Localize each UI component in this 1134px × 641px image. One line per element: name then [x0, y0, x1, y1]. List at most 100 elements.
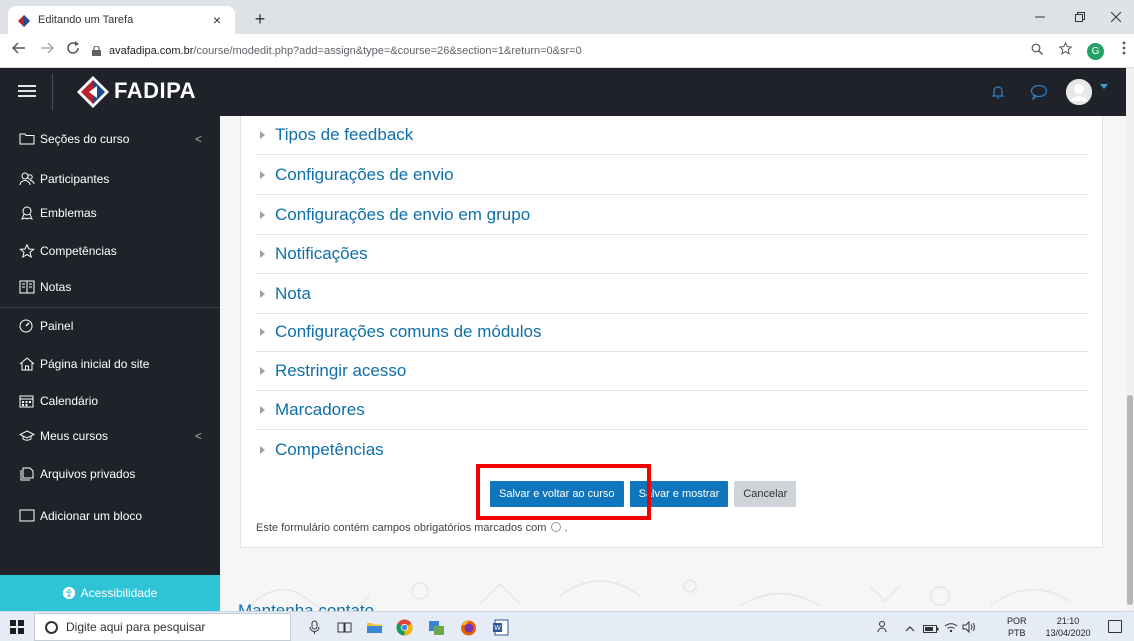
reload-icon[interactable] [62, 40, 84, 62]
tab-title: Editando um Tarefa [38, 14, 134, 26]
accessibility-label: Acessibilidade [80, 586, 158, 600]
firefox-icon[interactable] [460, 619, 477, 636]
section-notificacoes[interactable]: Notificações [256, 235, 1088, 274]
scrollbar-thumb[interactable] [1127, 395, 1133, 605]
url-field[interactable]: avafadipa.com.br/course/modedit.php?add=… [92, 41, 582, 61]
back-arrow-icon[interactable] [8, 40, 30, 62]
profile-avatar[interactable]: G [1087, 43, 1104, 60]
home-icon [19, 357, 37, 371]
messages-icon[interactable] [1030, 84, 1048, 101]
bookmark-star-icon[interactable] [1055, 41, 1075, 61]
forward-arrow-icon[interactable] [36, 40, 58, 62]
accessibility-button[interactable]: Acessibilidade [0, 575, 220, 611]
wifi-icon[interactable] [944, 620, 958, 638]
microphone-icon[interactable] [306, 619, 323, 636]
browser-menu-icon[interactable] [1114, 41, 1134, 61]
sidebar-item-pagina-inicial[interactable]: Página inicial do site [0, 346, 220, 382]
sidebar-item-competencias[interactable]: Competências [0, 233, 220, 269]
section-config-comuns[interactable]: Configurações comuns de módulos [256, 313, 1088, 352]
sidebar-item-label: Meus cursos [40, 429, 109, 443]
new-tab-button[interactable]: + [248, 8, 272, 32]
star-icon [19, 243, 37, 259]
section-label: Tipos de feedback [275, 125, 414, 144]
action-center-icon[interactable] [1108, 620, 1122, 633]
section-tipos-feedback[interactable]: Tipos de feedback [256, 116, 1088, 155]
expand-triangle-icon [260, 445, 265, 454]
sidebar-item-participantes[interactable]: Participantes [0, 161, 220, 197]
keyboard-language[interactable]: POR PTB [1007, 615, 1027, 639]
section-competencias[interactable]: Competências [256, 430, 1088, 469]
sidebar-item-label: Painel [40, 319, 74, 333]
expand-triangle-icon [260, 290, 265, 298]
taskbar-search-box[interactable]: Digite aqui para pesquisar [34, 613, 291, 641]
section-config-envio[interactable]: Configurações de envio [256, 156, 1088, 195]
tray-chevron-up-icon[interactable] [905, 621, 915, 639]
user-menu-caret-icon[interactable] [1100, 82, 1108, 93]
lock-icon [92, 45, 101, 56]
fadipa-logo[interactable] [75, 74, 111, 110]
app-icon[interactable] [428, 619, 445, 636]
expand-triangle-icon [260, 171, 265, 179]
sidebar-item-label: Arquivos privados [40, 467, 136, 481]
minimize-icon[interactable] [1024, 6, 1056, 28]
chevron-left-icon: < [194, 132, 202, 146]
cancel-button[interactable]: Cancelar [734, 481, 797, 507]
section-marcadores[interactable]: Marcadores [256, 391, 1088, 430]
footer-heading-peek: Mantenha contato [238, 601, 375, 611]
section-label: Restringir acesso [275, 361, 407, 380]
hamburger-menu-icon[interactable] [18, 82, 36, 100]
section-label: Competências [275, 439, 384, 459]
task-view-icon[interactable] [336, 619, 353, 636]
expand-triangle-icon [260, 328, 265, 336]
word-icon[interactable]: W [492, 619, 509, 636]
sidebar-item-arquivos-privados[interactable]: Arquivos privados [0, 456, 220, 492]
restore-icon[interactable] [1064, 6, 1096, 28]
required-note-end: . [564, 522, 568, 534]
address-bar-row: avafadipa.com.br/course/modedit.php?add=… [0, 34, 1134, 68]
volume-icon[interactable] [962, 620, 977, 638]
header-divider [52, 74, 53, 110]
sidebar-item-meus-cursos[interactable]: Meus cursos < [0, 418, 220, 454]
zoom-icon[interactable] [1027, 41, 1047, 61]
sidebar-item-calendario[interactable]: Calendário [0, 383, 220, 419]
people-icon[interactable] [877, 620, 890, 638]
sidebar-item-adicionar-bloco[interactable]: Adicionar um bloco [0, 498, 220, 534]
section-label: Configurações de envio [275, 165, 454, 184]
folder-icon [19, 132, 37, 146]
required-note-text: Este formulário contém campos obrigatóri… [256, 522, 547, 534]
expand-triangle-icon [260, 367, 265, 375]
notification-bell-icon[interactable] [990, 84, 1006, 100]
clock-date: 13/04/2020 [1045, 628, 1091, 638]
lang-bottom: PTB [1008, 628, 1026, 638]
battery-icon[interactable] [923, 621, 939, 639]
section-restringir-acesso[interactable]: Restringir acesso [256, 352, 1088, 391]
section-config-envio-grupo[interactable]: Configurações de envio em grupo [256, 196, 1088, 235]
sidebar-item-label: Competências [40, 244, 117, 258]
file-explorer-icon[interactable] [366, 619, 383, 636]
required-info-icon [551, 522, 562, 532]
badge-icon [19, 206, 37, 220]
sidebar-item-emblemas[interactable]: Emblemas [0, 195, 220, 231]
chrome-icon[interactable] [396, 619, 413, 636]
expand-triangle-icon [260, 131, 265, 139]
browser-tab[interactable]: Editando um Tarefa × [8, 6, 235, 34]
svg-text:W: W [494, 625, 501, 632]
sidebar-item-notas[interactable]: Notas [0, 269, 220, 305]
sidebar-item-label: Adicionar um bloco [40, 509, 143, 523]
sidebar-item-secoes[interactable]: Seções do curso < [0, 121, 220, 157]
windows-start-icon[interactable] [10, 620, 24, 634]
favicon-icon [18, 14, 30, 27]
required-fields-note: Este formulário contém campos obrigatóri… [256, 522, 568, 534]
section-label: Marcadores [275, 400, 365, 419]
chevron-left-icon: < [194, 429, 202, 443]
user-avatar[interactable] [1066, 79, 1092, 105]
system-clock[interactable]: 21:10 13/04/2020 [1037, 615, 1099, 639]
sidebar-item-painel[interactable]: Painel [0, 308, 220, 344]
cortana-circle-icon [45, 620, 58, 634]
tab-close-icon[interactable]: × [209, 12, 225, 28]
window-close-icon[interactable] [1100, 6, 1132, 28]
expand-triangle-icon [260, 406, 265, 414]
sidebar-item-label: Página inicial do site [40, 357, 150, 371]
sidebar-item-label: Emblemas [40, 206, 97, 220]
section-nota[interactable]: Nota [256, 275, 1088, 314]
